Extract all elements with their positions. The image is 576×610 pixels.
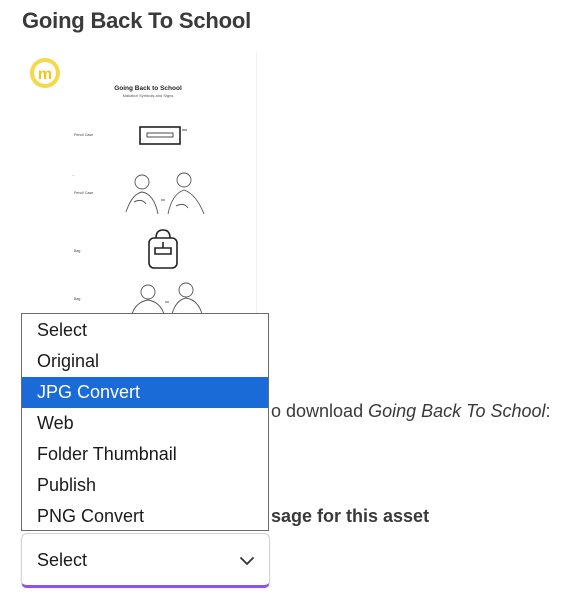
thumbnail-row-label: Pencil Case — [74, 133, 93, 137]
pencil-case-sign-icon — [125, 172, 205, 215]
option-png-convert[interactable]: PNG Convert — [22, 501, 268, 532]
asset-thumbnail[interactable]: m Going Back to School Makaton Symbols a… — [22, 52, 257, 314]
option-jpg-convert[interactable]: JPG Convert — [22, 377, 268, 408]
bag-icon — [148, 229, 178, 269]
thumbnail-doc-title: Going Back to School — [114, 85, 182, 92]
option-select[interactable]: Select — [22, 315, 268, 346]
thumbnail-row-label: Bag — [74, 297, 80, 301]
usage-heading: sage for this asset — [271, 506, 430, 526]
chevron-down-icon — [239, 553, 255, 571]
download-instructions: o download Going Back To School: — [271, 401, 551, 421]
asset-name: Going Back To School — [368, 401, 546, 421]
option-original[interactable]: Original — [22, 346, 268, 377]
option-folder-thumbnail[interactable]: Folder Thumbnail — [22, 439, 268, 470]
download-format-select[interactable]: Select — [21, 533, 270, 588]
thumbnail-doc-subtitle: Makaton Symbols and Signs — [123, 93, 174, 98]
page-title: Going Back To School — [22, 8, 252, 33]
option-publish[interactable]: Publish — [22, 470, 268, 501]
option-web[interactable]: Web — [22, 408, 268, 439]
select-current-value: Select — [37, 550, 88, 570]
pencil-case-icon — [139, 126, 187, 145]
svg-text:—: — — [72, 173, 75, 177]
download-format-dropdown-list[interactable]: Select Original JPG Convert Web Folder T… — [21, 313, 269, 531]
thumbnail-row-label: Bag — [74, 249, 80, 253]
thumbnail-row-label: Pencil Case — [74, 191, 93, 195]
makaton-logo: m — [30, 58, 60, 88]
svg-text:m: m — [38, 66, 52, 83]
bag-sign-icon — [131, 282, 203, 314]
